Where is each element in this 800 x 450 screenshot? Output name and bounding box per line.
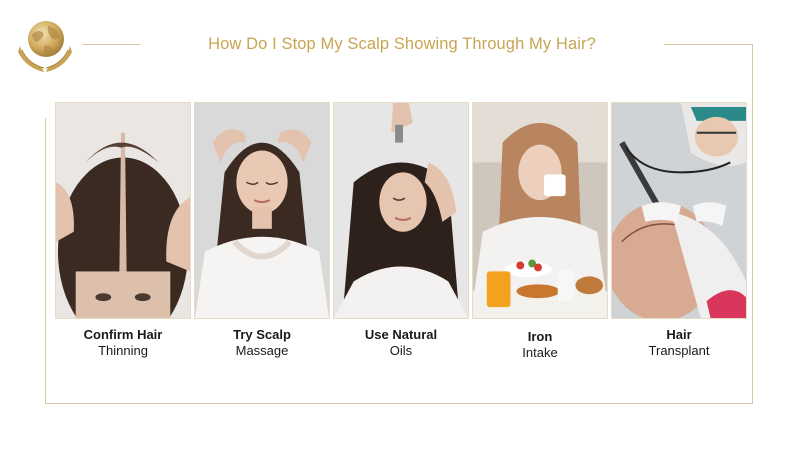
caption-bold: Use Natural <box>364 327 438 342</box>
caption-regular: Oils <box>389 343 413 358</box>
caption-regular: Transplant <box>648 343 710 358</box>
caption-use-natural-oils: Use Natural Oils <box>333 327 469 359</box>
confirm-hair-thinning-image <box>55 102 191 319</box>
caption-bold: Try Scalp <box>233 327 291 342</box>
natural-oils-image <box>333 102 469 319</box>
caption-regular: Massage <box>235 343 289 358</box>
caption-try-scalp-massage: Try Scalp Massage <box>194 327 330 359</box>
caption-bold: Confirm Hair <box>83 327 163 342</box>
caption-confirm-hair-thinning: Confirm Hair Thinning <box>55 327 191 359</box>
caption-hair-transplant: Hair Transplant <box>611 327 747 359</box>
caption-bold: Hair <box>666 327 692 342</box>
scalp-massage-image <box>194 102 330 319</box>
hair-transplant-image <box>611 102 747 319</box>
caption-regular: Intake <box>522 345 558 360</box>
caption-iron-intake: Iron Intake <box>472 329 608 361</box>
page-title: How Do I Stop My Scalp Showing Through M… <box>208 35 596 53</box>
caption-bold: Iron <box>527 329 553 344</box>
globe-in-hands-icon <box>14 12 76 76</box>
iron-intake-image <box>472 102 608 319</box>
caption-regular: Thinning <box>98 343 148 358</box>
